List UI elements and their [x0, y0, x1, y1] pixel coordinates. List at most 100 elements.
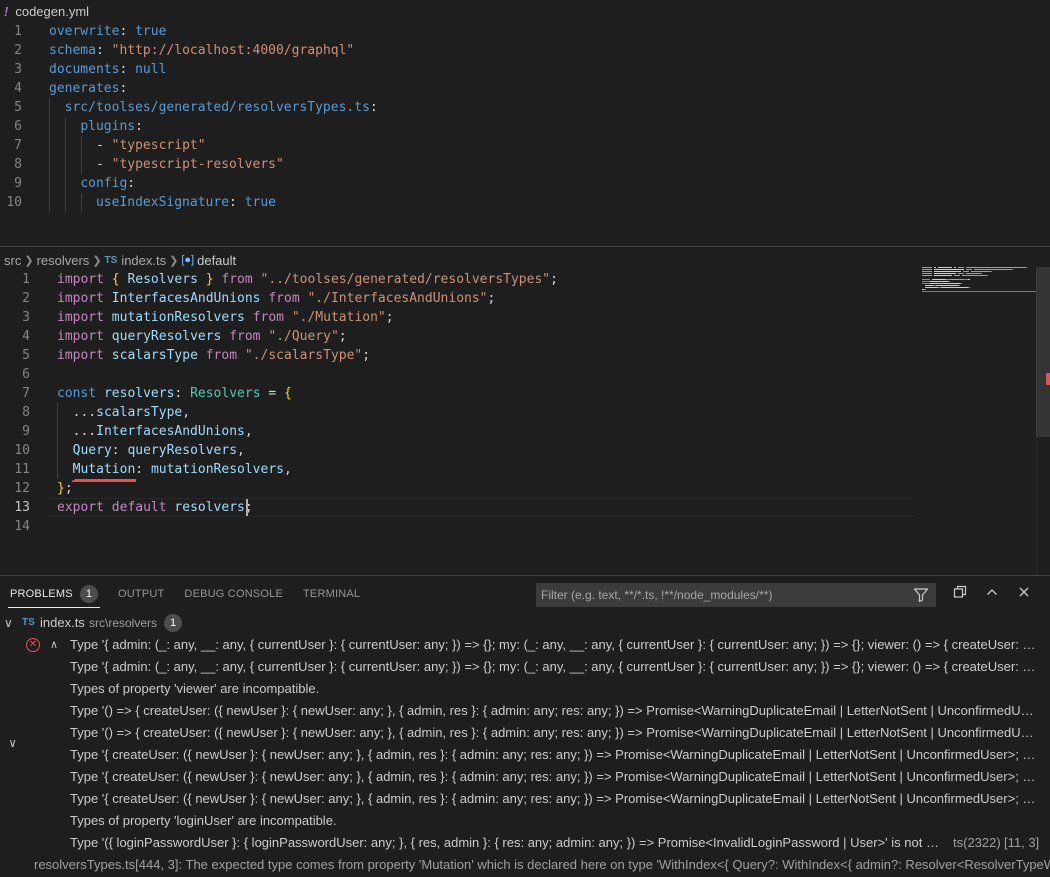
- code-line[interactable]: 1 overwrite: true: [0, 22, 1000, 41]
- minimap-stroke: [954, 275, 960, 276]
- code-token: Query: [72, 443, 112, 458]
- problem-detail-row[interactable]: Type '{ createUser: ({ newUser }: { newU…: [0, 744, 1050, 766]
- code-token: from: [229, 329, 261, 344]
- code-token: Resolvers: [190, 386, 261, 401]
- line-number: 6: [22, 367, 30, 382]
- chevron-down-icon[interactable]: ∨: [4, 612, 13, 634]
- minimap-stroke: [980, 273, 982, 274]
- code-line[interactable]: 9 ...InterfacesAndUnions,: [0, 422, 1000, 441]
- code-line[interactable]: 4 import queryResolvers from "./Query";: [0, 327, 1000, 346]
- problem-detail-row[interactable]: Type '{ createUser: ({ newUser }: { newU…: [0, 788, 1050, 810]
- breadcrumb-item-file[interactable]: index.ts: [121, 253, 166, 268]
- related-information-row[interactable]: resolversTypes.ts[444, 3]: The expected …: [0, 854, 1050, 876]
- code-text[interactable]: schema: "http://localhost:4000/graphql": [49, 41, 354, 60]
- code-line[interactable]: 9 config:: [0, 174, 1000, 193]
- minimap-stroke: [986, 275, 988, 276]
- chevron-right-icon: ❯: [92, 254, 102, 267]
- code-text[interactable]: Query: queryResolvers,: [57, 441, 245, 460]
- code-text[interactable]: - "typescript-resolvers": [49, 155, 284, 174]
- code-text[interactable]: import mutationResolvers from "./Mutatio…: [57, 308, 394, 327]
- code-text[interactable]: - "typescript": [49, 136, 206, 155]
- index-editor[interactable]: src ❯ resolvers ❯ TS index.ts ❯ [●] defa…: [0, 247, 1050, 575]
- line-number: 4: [14, 81, 22, 96]
- code-line[interactable]: 6: [0, 365, 1000, 384]
- code-line[interactable]: 1 import { Resolvers } from "../toolses/g…: [0, 270, 1000, 289]
- breadcrumb-item-resolvers[interactable]: resolvers: [37, 253, 90, 268]
- code-line[interactable]: 2 schema: "http://localhost:4000/graphql": [0, 41, 1000, 60]
- problem-row[interactable]: ✕ ∧ Type '{ admin: (_: any, __: any, { c…: [0, 634, 1050, 656]
- tab-debug-console[interactable]: DEBUG CONSOLE: [174, 576, 293, 612]
- breadcrumb-item-symbol[interactable]: default: [197, 253, 236, 268]
- code-line[interactable]: 5 src/toolses/generated/resolversTypes.t…: [0, 98, 1000, 117]
- code-text[interactable]: generates:: [49, 79, 127, 98]
- code-line[interactable]: 7 const resolvers: Resolvers = {: [0, 384, 1000, 403]
- code-line[interactable]: 7 - "typescript": [0, 136, 1000, 155]
- code-text[interactable]: export default resolvers;: [57, 498, 253, 517]
- code-text[interactable]: };: [57, 479, 73, 498]
- scrollbar-thumb[interactable]: [1036, 267, 1050, 437]
- code-line[interactable]: 4 generates:: [0, 79, 1000, 98]
- codegen-file-header[interactable]: ! codegen.yml: [0, 0, 89, 22]
- chevron-right-icon: ❯: [24, 254, 34, 267]
- problems-list[interactable]: ∨ TS index.ts src\resolvers 1 ✕ ∧ Type '…: [0, 612, 1050, 877]
- maximize-panel-icon[interactable]: [983, 585, 1001, 603]
- error-squiggle[interactable]: [72, 479, 136, 482]
- code-line[interactable]: 14: [0, 517, 1000, 536]
- filter-icon[interactable]: [913, 587, 929, 603]
- code-token: resolvers: [174, 500, 245, 515]
- code-text[interactable]: ...scalarsType,: [57, 403, 190, 422]
- code-line[interactable]: 10 Query: queryResolvers,: [0, 441, 1000, 460]
- code-line[interactable]: 3 documents: null: [0, 60, 1000, 79]
- code-token: ;: [550, 272, 558, 287]
- code-line[interactable]: 12};: [0, 479, 1000, 498]
- code-text[interactable]: Mutation: mutationResolvers,: [57, 460, 292, 479]
- problem-detail: Types of property 'viewer' are incompati…: [70, 681, 320, 696]
- code-text[interactable]: import scalarsType from "./scalarsType";: [57, 346, 370, 365]
- chevron-up-icon[interactable]: ∧: [50, 634, 58, 656]
- tab-problems[interactable]: PROBLEMS 1: [0, 576, 108, 612]
- breadcrumb-item-src[interactable]: src: [4, 253, 21, 268]
- code-text[interactable]: src/toolses/generated/resolversTypes.ts:: [49, 98, 378, 117]
- code-text[interactable]: overwrite: true: [49, 22, 166, 41]
- problem-detail-row[interactable]: Type '() => { createUser: ({ newUser }: …: [0, 722, 1050, 744]
- code-text[interactable]: const resolvers: Resolvers = {: [57, 384, 292, 403]
- code-line[interactable]: 8 ...scalarsType,: [0, 403, 1000, 422]
- problem-detail-row[interactable]: Type '{ createUser: ({ newUser }: { newU…: [0, 766, 1050, 788]
- codegen-editor[interactable]: ! codegen.yml 1 overwrite: true 2 schema: "…: [0, 0, 1050, 246]
- code-line[interactable]: 5 import scalarsType from "./scalarsType"…: [0, 346, 1000, 365]
- code-text[interactable]: import InterfacesAndUnions from "./Inter…: [57, 289, 495, 308]
- problems-filter[interactable]: [536, 583, 936, 607]
- chevron-down-icon[interactable]: ∨: [9, 736, 16, 750]
- minimap-error-line: [922, 291, 1036, 292]
- problem-file-group[interactable]: ∨ TS index.ts src\resolvers 1: [0, 612, 1050, 634]
- problem-detail-row[interactable]: Type '() => { createUser: ({ newUser }: …: [0, 700, 1050, 722]
- code-text[interactable]: plugins:: [49, 117, 143, 136]
- code-token: "typescript": [111, 138, 206, 153]
- code-line[interactable]: 10 useIndexSignature: true: [0, 193, 1000, 212]
- filter-input[interactable]: [537, 584, 907, 606]
- code-text[interactable]: documents: null: [49, 60, 166, 79]
- code-text[interactable]: useIndexSignature: true: [49, 193, 276, 212]
- problem-detail-row[interactable]: Types of property 'loginUser' are incomp…: [0, 810, 1050, 832]
- code-text[interactable]: import { Resolvers } from "../toolses/ge…: [57, 270, 558, 289]
- problem-detail-row[interactable]: Type '({ loginPasswordUser }: { loginPas…: [0, 832, 1050, 854]
- code-line[interactable]: 11 Mutation: mutationResolvers,: [0, 460, 1000, 479]
- code-line[interactable]: 2 import InterfacesAndUnions from "./Inte…: [0, 289, 1000, 308]
- problem-detail-row[interactable]: Types of property 'viewer' are incompati…: [0, 678, 1050, 700]
- code-line[interactable]: 13 export default resolvers;: [0, 498, 1000, 517]
- close-panel-icon[interactable]: [1015, 585, 1033, 603]
- restore-panel-icon[interactable]: [951, 585, 969, 603]
- code-line[interactable]: 3 import mutationResolvers from "./Mutati…: [0, 308, 1000, 327]
- tab-output[interactable]: OUTPUT: [108, 576, 174, 612]
- code-line[interactable]: 6 plugins:: [0, 117, 1000, 136]
- problem-message: Type '{ admin: (_: any, __: any, { curre…: [70, 637, 1038, 652]
- code-text[interactable]: ...InterfacesAndUnions,: [57, 422, 253, 441]
- problem-detail-row[interactable]: Type '{ admin: (_: any, __: any, { curre…: [0, 656, 1050, 678]
- tab-terminal[interactable]: TERMINAL: [293, 576, 370, 612]
- code-text[interactable]: config:: [49, 174, 135, 193]
- minimap[interactable]: [922, 267, 1036, 327]
- code-line[interactable]: 8 - "typescript-resolvers": [0, 155, 1000, 174]
- code-text[interactable]: import queryResolvers from "./Query";: [57, 327, 347, 346]
